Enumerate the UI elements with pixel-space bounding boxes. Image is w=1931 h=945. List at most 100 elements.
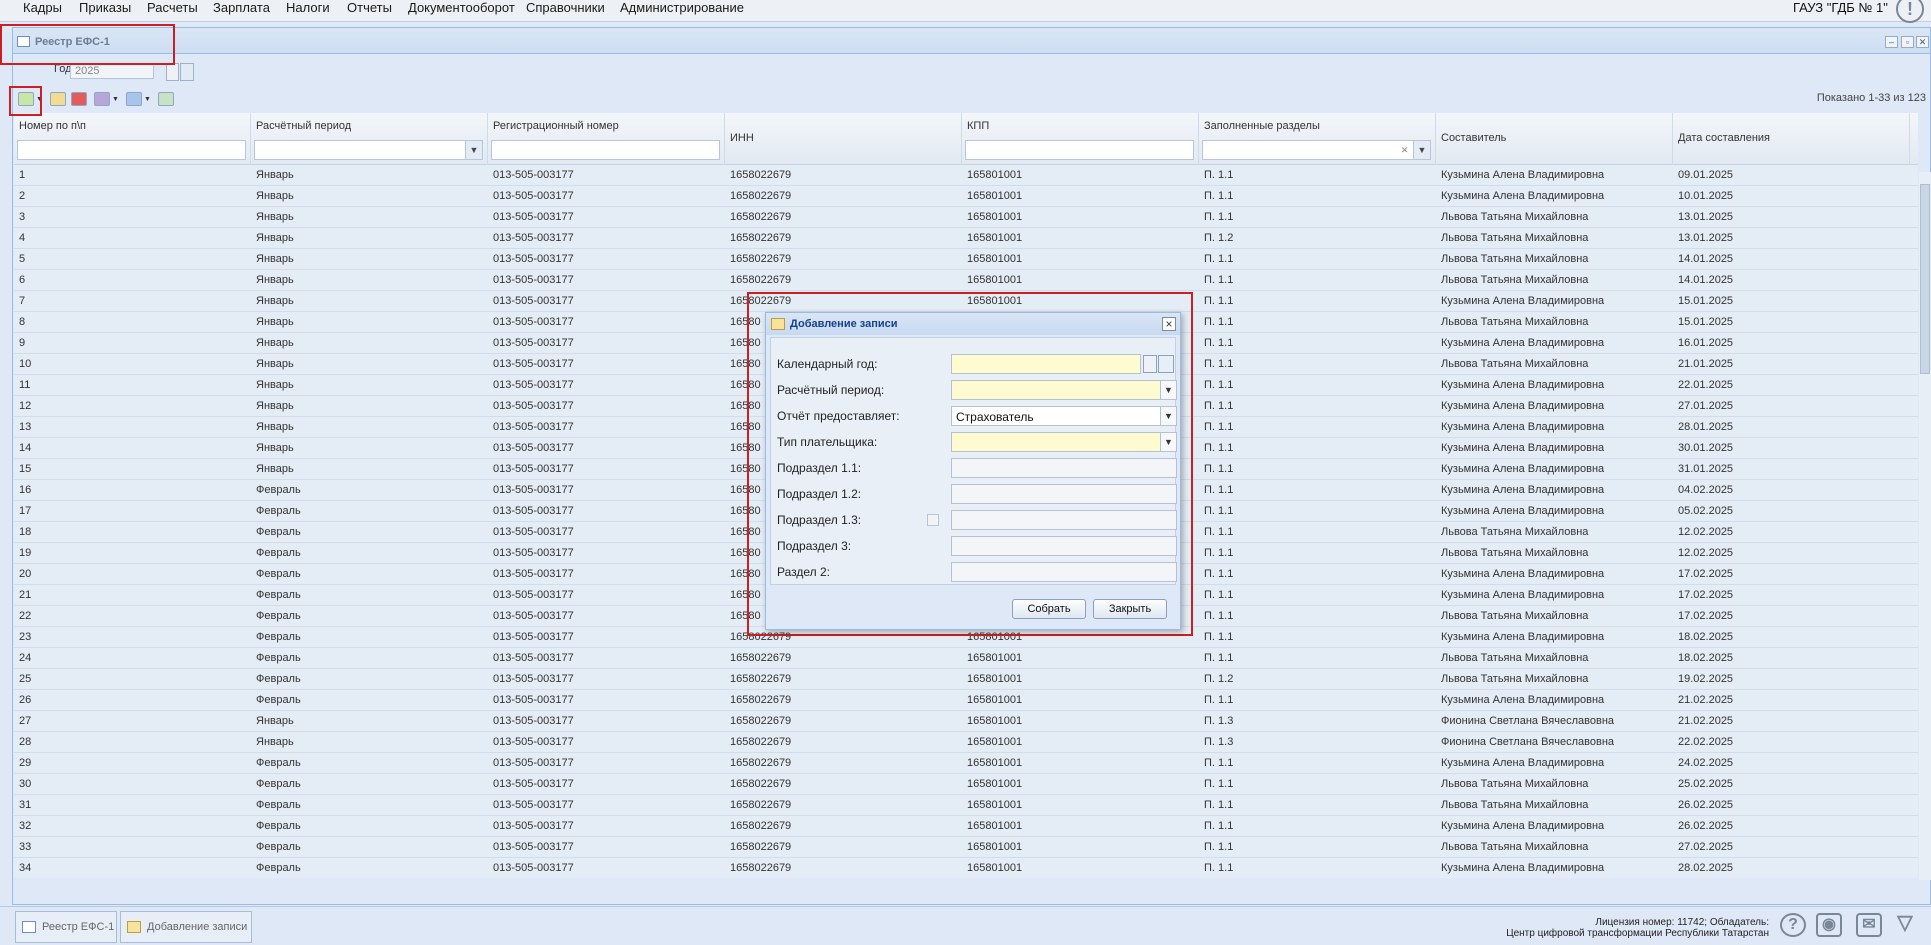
cell-period: Февраль xyxy=(256,757,301,769)
calendar-year-input[interactable] xyxy=(951,354,1141,374)
actions-dropdown-icon[interactable]: ▼ xyxy=(112,96,119,103)
mail-icon[interactable]: ✉ xyxy=(1856,913,1882,937)
chevron-down-icon[interactable]: ▼ xyxy=(1413,141,1430,159)
cell-kpp: 165801001 xyxy=(967,673,1023,685)
table-row[interactable]: 5 Январь 013-505-003177 1658022679 165801001… xyxy=(14,249,1918,270)
cell-date: 12.02.2025 xyxy=(1678,547,1734,559)
menu-item-administrirovanie[interactable]: Администрирование xyxy=(620,0,744,16)
filter-regnumber-input[interactable] xyxy=(491,140,720,160)
table-row[interactable]: 4 Январь 013-505-003177 1658022679 165801001… xyxy=(14,228,1918,249)
actions-icon[interactable] xyxy=(94,92,110,106)
calendar-icon[interactable] xyxy=(1143,355,1157,373)
chevron-down-icon[interactable]: ▼ xyxy=(1160,433,1176,451)
table-row[interactable]: 2 Январь 013-505-003177 1658022679 165801001… xyxy=(14,186,1918,207)
chevron-down-icon[interactable]: ▼ xyxy=(465,141,482,159)
filter-number-input[interactable] xyxy=(17,140,246,160)
grid-header: Номер по п\п Расчётный период ▼ Регистрац… xyxy=(14,113,1918,165)
table-row[interactable]: 1 Январь 013-505-003177 1658022679 165801001… xyxy=(14,165,1918,186)
scrollbar-thumb[interactable] xyxy=(1920,184,1930,374)
menu-item-kadry[interactable]: Кадры xyxy=(23,0,62,16)
year-refresh-icon[interactable] xyxy=(166,63,179,81)
cell-date: 24.02.2025 xyxy=(1678,757,1734,769)
close-icon[interactable]: × xyxy=(1162,317,1176,331)
filter-sections-select[interactable]: ✕ ▼ xyxy=(1202,140,1431,160)
refresh-icon[interactable] xyxy=(158,92,174,106)
section-2-input[interactable] xyxy=(951,562,1177,582)
cell-number: 5 xyxy=(19,253,26,265)
filter-period-select[interactable]: ▼ xyxy=(254,140,483,160)
year-picker-icon[interactable] xyxy=(180,63,194,81)
column-header-sections[interactable]: Заполненные разделы ✕ ▼ xyxy=(1199,113,1436,165)
subsection-1-3-checkbox[interactable] xyxy=(927,514,939,526)
column-header-number[interactable]: Номер по п\п xyxy=(14,113,251,165)
cell-number: 3 xyxy=(19,211,26,223)
taskbar-tab-registry[interactable]: Реестр ЕФС-1 xyxy=(15,911,117,943)
table-row[interactable]: 30 Февраль 013-505-003177 1658022679 1658010… xyxy=(14,774,1918,795)
help-icon[interactable]: ? xyxy=(1780,913,1806,937)
taskbar-tab-add-record[interactable]: Добавление записи xyxy=(120,911,252,943)
table-row[interactable]: 31 Февраль 013-505-003177 1658022679 1658010… xyxy=(14,795,1918,816)
menu-item-otchety[interactable]: Отчеты xyxy=(347,0,392,16)
year-input[interactable]: 2025 xyxy=(70,63,154,79)
alert-icon[interactable]: ! xyxy=(1896,0,1924,23)
cell-inn: 1658022679 xyxy=(730,169,792,181)
menu-item-spravochniki[interactable]: Справочники xyxy=(526,0,605,16)
clear-icon[interactable]: ✕ xyxy=(1396,141,1413,159)
column-header-regnumber[interactable]: Регистрационный номер xyxy=(488,113,725,165)
menu-item-prikazy[interactable]: Приказы xyxy=(79,0,131,16)
menu-item-dokumentooborot[interactable]: Документооборот xyxy=(408,0,515,16)
column-header-kpp[interactable]: КПП xyxy=(962,113,1199,165)
table-row[interactable]: 34 Февраль 013-505-003177 1658022679 1658010… xyxy=(14,858,1918,878)
restore-icon[interactable]: ▫ xyxy=(1901,36,1914,48)
column-header-author[interactable]: Составитель xyxy=(1436,113,1673,165)
close-icon[interactable]: ✕ xyxy=(1916,36,1929,48)
subsection-3-input[interactable] xyxy=(951,536,1177,556)
payer-type-select[interactable]: ▼ xyxy=(951,432,1177,452)
cell-regnumber: 013-505-003177 xyxy=(493,295,574,307)
minimize-icon[interactable]: – xyxy=(1885,36,1898,48)
cell-sections: П. 1.1 xyxy=(1204,295,1234,307)
table-row[interactable]: 28 Январь 013-505-003177 1658022679 16580100… xyxy=(14,732,1918,753)
menu-item-nalogi[interactable]: Налоги xyxy=(286,0,330,16)
table-row[interactable]: 29 Февраль 013-505-003177 1658022679 1658010… xyxy=(14,753,1918,774)
cell-regnumber: 013-505-003177 xyxy=(493,799,574,811)
table-row[interactable]: 25 Февраль 013-505-003177 1658022679 1658010… xyxy=(14,669,1918,690)
camera-icon[interactable]: ◉ xyxy=(1816,913,1842,937)
window-icon xyxy=(22,921,36,933)
provider-select[interactable]: Страхователь ▼ xyxy=(951,406,1177,426)
table-row[interactable]: 33 Февраль 013-505-003177 1658022679 1658010… xyxy=(14,837,1918,858)
column-header-period[interactable]: Расчётный период ▼ xyxy=(251,113,488,165)
collapse-icon[interactable]: ▽ xyxy=(1892,913,1918,937)
cell-regnumber: 013-505-003177 xyxy=(493,568,574,580)
column-header-inn[interactable]: ИНН xyxy=(725,113,962,165)
cell-date: 22.02.2025 xyxy=(1678,736,1734,748)
print-icon[interactable] xyxy=(126,92,142,106)
column-header-date[interactable]: Дата составления xyxy=(1673,113,1910,165)
close-button[interactable]: Закрыть xyxy=(1093,599,1167,619)
menu-item-zarplata[interactable]: Зарплата xyxy=(213,0,270,16)
print-dropdown-icon[interactable]: ▼ xyxy=(144,96,151,103)
cell-author: Львова Татьяна Михайловна xyxy=(1441,526,1589,538)
filter-kpp-input[interactable] xyxy=(965,140,1194,160)
table-row[interactable]: 32 Февраль 013-505-003177 1658022679 1658010… xyxy=(14,816,1918,837)
menu-item-raschety[interactable]: Расчеты xyxy=(147,0,198,16)
picker-icon[interactable] xyxy=(1158,355,1174,373)
period-select[interactable]: ▼ xyxy=(951,380,1177,400)
cell-author: Кузьмина Алена Владимировна xyxy=(1441,568,1605,580)
main-menu-bar: Кадры Приказы Расчеты Зарплата Налоги От… xyxy=(0,0,1931,23)
collect-button[interactable]: Собрать xyxy=(1012,599,1086,619)
grid-scrollbar[interactable] xyxy=(1919,172,1931,880)
edit-icon[interactable] xyxy=(50,92,66,106)
table-row[interactable]: 27 Январь 013-505-003177 1658022679 16580100… xyxy=(14,711,1918,732)
subsection-1-3-input[interactable] xyxy=(951,510,1177,530)
subsection-1-2-input[interactable] xyxy=(951,484,1177,504)
cell-sections: П. 1.1 xyxy=(1204,505,1234,517)
table-row[interactable]: 24 Февраль 013-505-003177 1658022679 1658010… xyxy=(14,648,1918,669)
table-row[interactable]: 6 Январь 013-505-003177 1658022679 165801001… xyxy=(14,270,1918,291)
table-row[interactable]: 26 Февраль 013-505-003177 1658022679 1658010… xyxy=(14,690,1918,711)
subsection-1-1-input[interactable] xyxy=(951,458,1177,478)
delete-icon[interactable] xyxy=(71,92,87,106)
chevron-down-icon[interactable]: ▼ xyxy=(1160,407,1176,425)
table-row[interactable]: 3 Январь 013-505-003177 1658022679 165801001… xyxy=(14,207,1918,228)
chevron-down-icon[interactable]: ▼ xyxy=(1160,381,1176,399)
